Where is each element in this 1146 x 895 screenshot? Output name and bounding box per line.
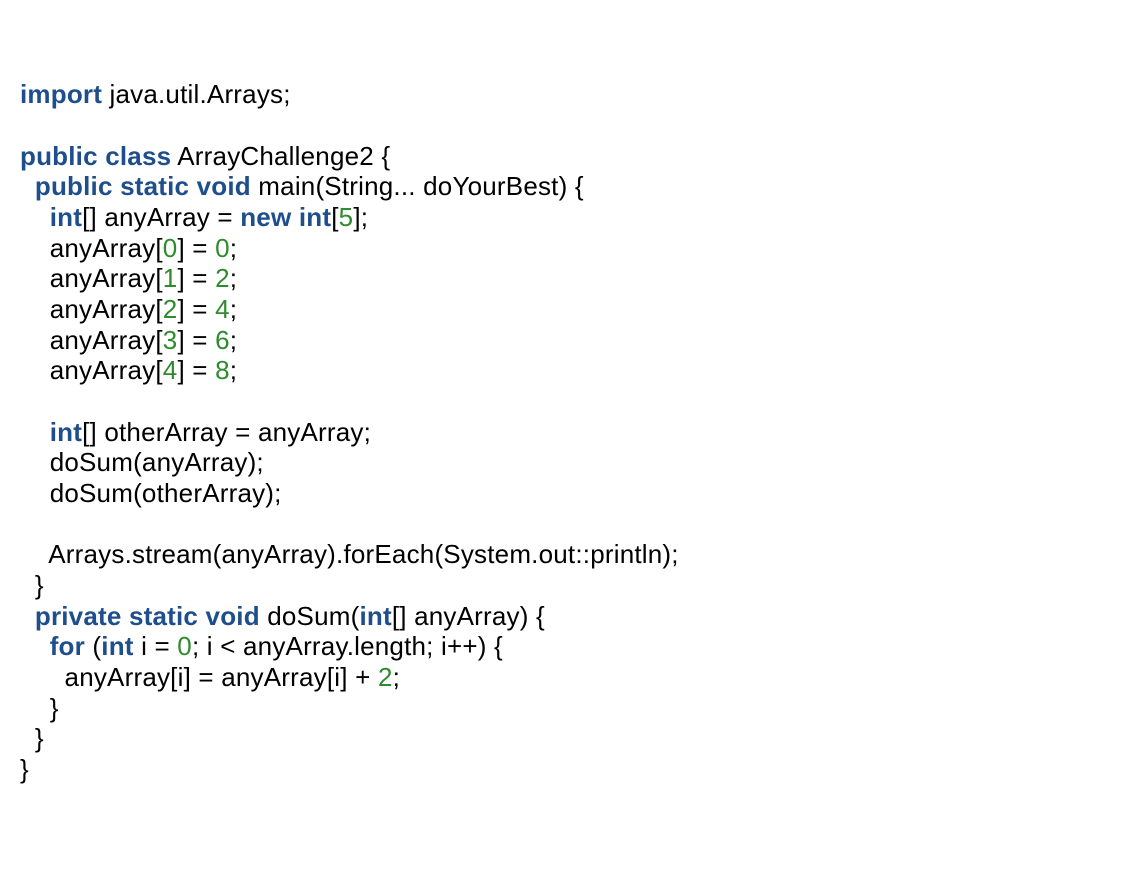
code-token xyxy=(198,601,205,631)
code-token: for xyxy=(50,631,85,661)
code-token: 2 xyxy=(215,263,230,293)
code-token: ( xyxy=(85,631,101,661)
code-token: 0 xyxy=(163,233,178,263)
code-token: int xyxy=(50,202,82,232)
code-token: new xyxy=(240,202,291,232)
code-token: class xyxy=(105,141,171,171)
code-token: doSum( xyxy=(260,601,360,631)
code-token xyxy=(189,171,196,201)
code-token: java.util.Arrays; xyxy=(102,79,291,109)
code-token: [ xyxy=(331,202,338,232)
code-token: ] = xyxy=(177,325,215,355)
code-token: ] = xyxy=(177,233,215,263)
code-token: 0 xyxy=(215,233,230,263)
code-token: private xyxy=(35,601,122,631)
code-token: static xyxy=(129,601,198,631)
code-token: 4 xyxy=(215,294,230,324)
code-token: [] anyArray = xyxy=(82,202,240,232)
code-token: 2 xyxy=(163,294,178,324)
code-token: ] = xyxy=(177,355,215,385)
code-token xyxy=(291,202,298,232)
code-token: void xyxy=(197,171,251,201)
code-token: ] = xyxy=(177,263,215,293)
code-token: int xyxy=(359,601,391,631)
code-token: 3 xyxy=(163,325,178,355)
code-token: import xyxy=(20,79,102,109)
code-token: public xyxy=(20,141,98,171)
code-token: [] otherArray = anyArray; doSum(anyArray… xyxy=(20,417,679,631)
code-token: void xyxy=(206,601,260,631)
code-token: 0 xyxy=(177,631,192,661)
code-block: import java.util.Arrays; public class Ar… xyxy=(20,79,1126,784)
code-token: static xyxy=(120,171,189,201)
code-token xyxy=(113,171,120,201)
code-token: int xyxy=(50,417,82,447)
code-token: 5 xyxy=(339,202,354,232)
code-token: int xyxy=(101,631,133,661)
code-token: 4 xyxy=(163,355,178,385)
code-token: 8 xyxy=(215,355,230,385)
code-token: i = xyxy=(134,631,178,661)
code-token: 1 xyxy=(163,263,178,293)
code-token: ] = xyxy=(177,294,215,324)
code-token: public xyxy=(35,171,113,201)
code-token: int xyxy=(299,202,331,232)
code-token: 6 xyxy=(215,325,230,355)
code-token xyxy=(122,601,129,631)
code-token: 2 xyxy=(378,662,393,692)
